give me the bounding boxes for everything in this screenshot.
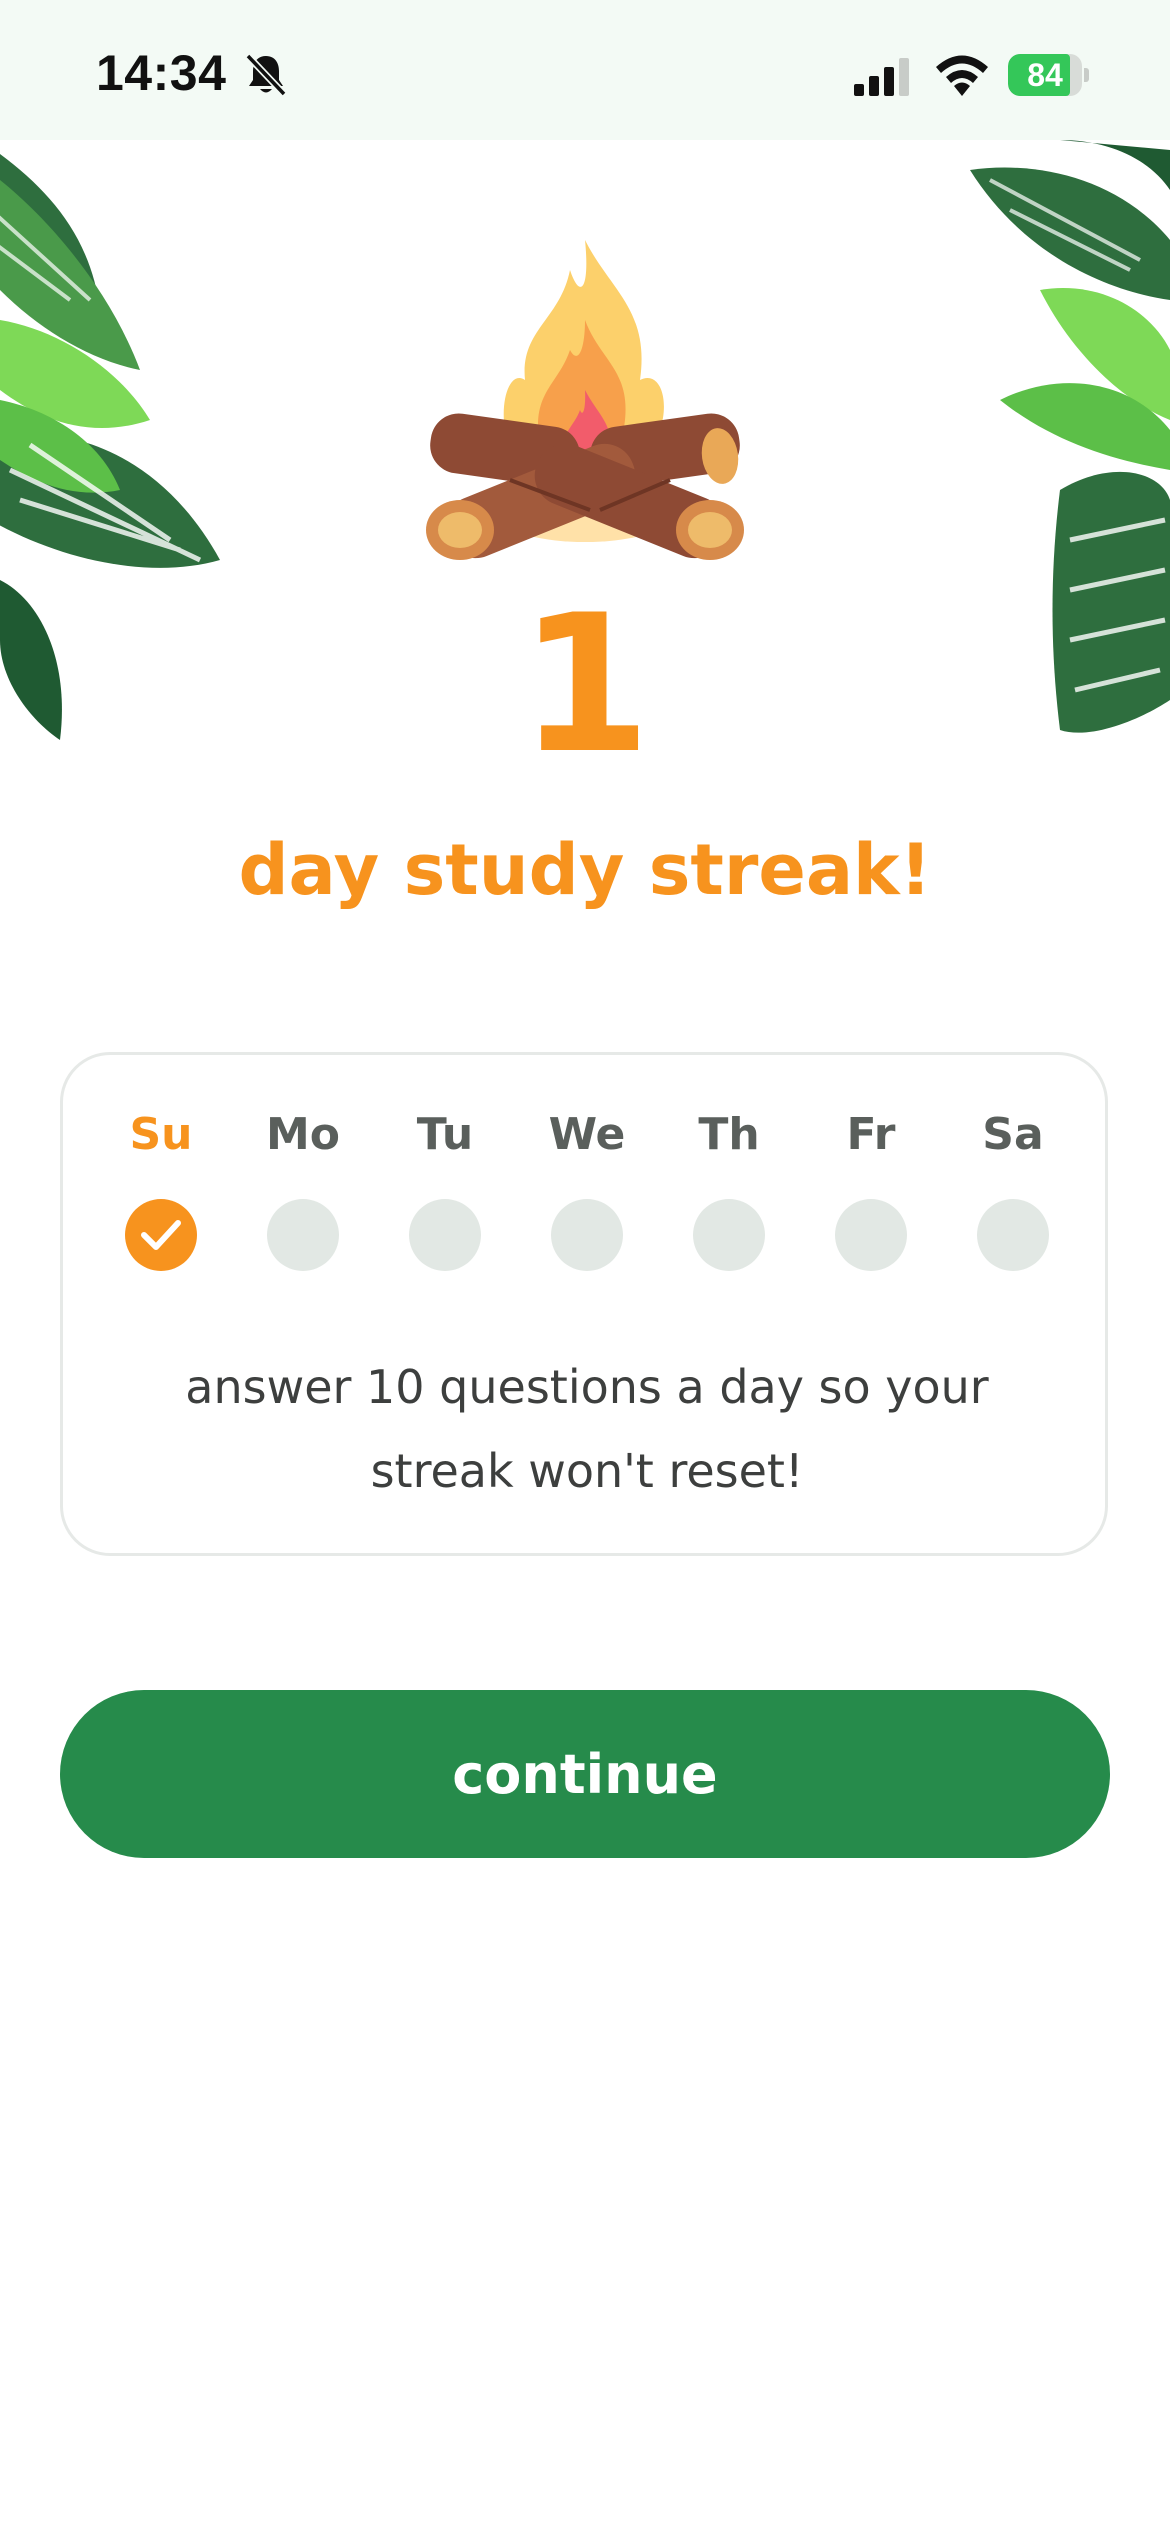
streak-label: day study streak! (238, 829, 932, 911)
battery-icon: 84 (1008, 54, 1082, 96)
continue-button[interactable]: continue (60, 1690, 1110, 1858)
day-label: Fr (846, 1109, 896, 1160)
signal-icon (854, 58, 909, 96)
battery-percent: 84 (1027, 57, 1063, 93)
bell-slash-icon (245, 53, 287, 97)
status-time: 14:34 (96, 45, 227, 101)
battery-nub (1084, 68, 1089, 82)
day-label: Tu (416, 1109, 474, 1160)
day-status-dot (267, 1199, 339, 1271)
day-status-dot (835, 1199, 907, 1271)
day-sunday: Su (111, 1105, 211, 1285)
day-label: Su (129, 1109, 193, 1160)
streak-count: 1 (518, 574, 652, 795)
day-wednesday: We (537, 1105, 637, 1285)
day-label: Sa (982, 1109, 1044, 1160)
wifi-icon (936, 55, 988, 96)
day-thursday: Th (679, 1105, 779, 1285)
streak-screen: 14:34 84 1 day study streak! Su Mo Tu We… (0, 0, 1170, 2532)
day-status-dot (551, 1199, 623, 1271)
day-monday: Mo (253, 1105, 353, 1285)
battery-indicator: 84 (1008, 54, 1089, 96)
day-status-dot (693, 1199, 765, 1271)
streak-hint-message: answer 10 questions a day so your streak… (185, 1360, 989, 1498)
check-icon (141, 1220, 181, 1250)
day-friday: Fr (821, 1105, 921, 1285)
week-progress-card: Su Mo Tu We Th Fr Sa answer 10 questions… (60, 1052, 1108, 1556)
day-status-dot (125, 1199, 197, 1271)
day-label: We (548, 1109, 626, 1160)
status-bar: 14:34 84 (0, 0, 1170, 140)
day-tuesday: Tu (395, 1105, 495, 1285)
day-label: Mo (265, 1109, 340, 1160)
day-status-dot (977, 1199, 1049, 1271)
day-label: Th (698, 1109, 760, 1160)
day-saturday: Sa (963, 1105, 1063, 1285)
campfire-icon (426, 240, 744, 560)
day-status-dot (409, 1199, 481, 1271)
